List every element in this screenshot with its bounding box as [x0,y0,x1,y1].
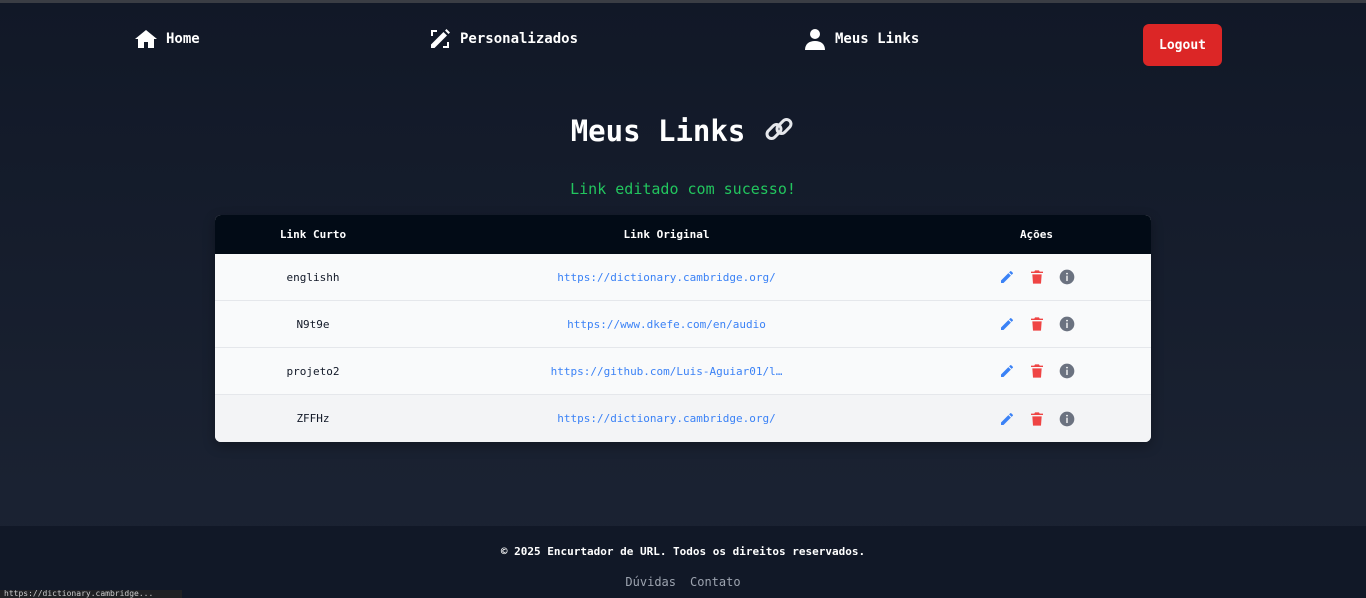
top-navigation: Home Personalizados Meus Links Logout [0,3,1366,83]
nav-custom-label: Personalizados [460,31,579,47]
copyright-text: © 2025 Encurtador de URL. Todos os direi… [500,545,866,558]
link-icon [763,113,795,149]
short-link-cell: N9t9e [296,317,330,331]
page-title: Meus Links [570,114,746,148]
short-link-cell: ZFFHz [296,412,330,425]
nav-my-links-link[interactable]: Meus Links [803,27,919,51]
table-row: englishh https://dictionary.cambridge.or… [215,254,1151,301]
nav-custom-link[interactable]: Personalizados [428,27,578,51]
table-header: Link Curto Link Original Ações [215,215,1151,254]
nav-home-label: Home [166,31,200,47]
header-original-link: Link Original [623,228,710,241]
footer-links: Dúvidas Contato [0,575,1366,589]
logout-button[interactable]: Logout [1143,24,1222,66]
original-link[interactable]: https://dictionary.cambridge.org/ [411,412,922,425]
success-message: Link editado com sucesso! [570,180,796,198]
info-icon[interactable] [1059,269,1075,285]
header-actions: Ações [1019,228,1054,241]
edit-icon[interactable] [999,269,1015,285]
links-table: Link Curto Link Original Ações englishh … [215,215,1151,442]
edit-icon[interactable] [999,363,1015,379]
browser-status-bar: https://dictionary.cambridge... [0,590,182,598]
footer-link-faq[interactable]: Dúvidas [625,575,676,589]
nav-home-link[interactable]: Home [134,27,200,51]
trash-icon[interactable] [1029,363,1045,379]
short-link-cell: englishh [286,270,340,284]
user-icon [805,29,825,50]
pen-ruler-icon [431,29,450,48]
trash-icon[interactable] [1029,269,1045,285]
table-row: projeto2 https://github.com/Luis-Aguiar0… [215,348,1151,395]
trash-icon[interactable] [1029,411,1045,427]
header-short-link: Link Curto [279,228,347,241]
page-header: Meus Links [0,113,1366,149]
page-footer: © 2025 Encurtador de URL. Todos os direi… [0,526,1366,598]
trash-icon[interactable] [1029,316,1045,332]
home-icon [135,30,157,48]
original-link[interactable]: https://github.com/Luis-Aguiar01/l… [411,365,922,378]
nav-my-links-label: Meus Links [835,31,920,47]
original-link[interactable]: https://dictionary.cambridge.org/ [411,271,922,284]
edit-icon[interactable] [999,316,1015,332]
short-link-cell: projeto2 [286,364,340,378]
original-link[interactable]: https://www.dkefe.com/en/audio [411,318,922,331]
table-row: ZFFHz https://dictionary.cambridge.org/ [215,395,1151,442]
info-icon[interactable] [1059,363,1075,379]
info-icon[interactable] [1059,411,1075,427]
edit-icon[interactable] [999,411,1015,427]
info-icon[interactable] [1059,316,1075,332]
table-row: N9t9e https://www.dkefe.com/en/audio [215,301,1151,348]
footer-link-contact[interactable]: Contato [690,575,741,589]
